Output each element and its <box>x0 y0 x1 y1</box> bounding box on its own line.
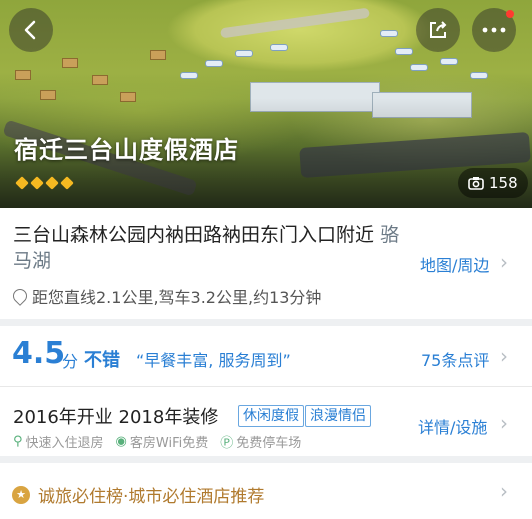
opening-renovation-years: 2016年开业 2018年装修 <box>13 407 219 428</box>
more-button[interactable] <box>472 8 516 52</box>
photo-cabin <box>92 75 108 85</box>
diamond-icon <box>45 176 59 190</box>
amenity-item: Ⓟ 免费停车场 <box>220 432 301 451</box>
camera-icon <box>468 177 484 190</box>
photo-tent <box>395 48 413 55</box>
photo-tent <box>380 30 398 37</box>
amenity-label: 免费停车场 <box>236 436 302 451</box>
photo-tent <box>470 72 488 79</box>
chevron-left-icon <box>24 20 36 40</box>
amenity-item: ⚲ 快速入住退房 <box>13 432 104 451</box>
theme-tag: 浪漫情侣 <box>305 405 371 427</box>
ranking-text: 诚旅必住榜·城市必住酒店推荐 <box>38 487 265 507</box>
distance-text: 距您直线2.1公里,驾车3.2公里,约13分钟 <box>32 288 322 307</box>
wifi-icon: ◉ <box>115 434 127 449</box>
photo-tent <box>205 60 223 67</box>
photo-tent <box>235 50 253 57</box>
diamond-icon <box>60 176 74 190</box>
photo-cabin <box>62 58 78 68</box>
diamond-icon <box>30 176 44 190</box>
photo-tent <box>410 64 428 71</box>
score-unit: 分 <box>62 352 79 371</box>
review-quote: “早餐丰富, 服务周到” <box>136 351 291 370</box>
location-pin-icon <box>10 286 30 306</box>
address-street: 三台山森林公园内衲田路衲田东门入口附近 <box>13 224 375 246</box>
amenity-label: 客房WiFi免费 <box>129 436 209 451</box>
photo-tent <box>270 44 288 51</box>
photo-count-text: 158 <box>489 174 518 192</box>
distance-info: 距您直线2.1公里,驾车3.2公里,约13分钟 <box>10 284 322 308</box>
map-nearby-link[interactable]: 地图/周边 <box>420 252 489 276</box>
address-text: 三台山森林公园内衲田路衲田东门入口附近 骆马湖 <box>13 222 413 274</box>
notification-dot <box>506 10 514 18</box>
photo-cabin <box>15 70 31 80</box>
parking-icon: Ⓟ <box>220 436 234 451</box>
diamond-icon <box>15 176 29 190</box>
amenities-list: ⚲ 快速入住退房 ◉ 客房WiFi免费 Ⓟ 免费停车场 <box>13 432 301 451</box>
chevron-right-icon: › <box>500 250 508 274</box>
share-icon <box>430 21 447 38</box>
review-count-link[interactable]: 75条点评 <box>421 347 489 371</box>
share-button[interactable] <box>416 8 460 52</box>
medal-icon: ★ <box>12 485 30 504</box>
amenity-label: 快速入住退房 <box>25 436 104 451</box>
score-label: 不错 <box>84 350 120 371</box>
photo-tent <box>180 72 198 79</box>
chevron-right-icon: › <box>500 344 508 368</box>
hotel-name: 宿迁三台山度假酒店 <box>14 136 239 164</box>
photo-tent <box>440 58 458 65</box>
review-score: 4.5 <box>12 336 66 371</box>
details-facilities-link[interactable]: 详情/设施 <box>418 414 487 438</box>
photo-road <box>220 7 370 39</box>
fast-checkin-icon: ⚲ <box>13 434 23 449</box>
amenity-item: ◉ 客房WiFi免费 <box>116 432 209 451</box>
hotel-hero-photo[interactable]: 宿迁三台山度假酒店 158 <box>0 0 532 208</box>
chevron-right-icon: › <box>500 479 508 503</box>
theme-tag: 休闲度假 <box>238 405 304 427</box>
photo-count-badge[interactable]: 158 <box>458 168 528 198</box>
more-icon <box>482 27 506 33</box>
back-button[interactable] <box>9 8 53 52</box>
chevron-right-icon: › <box>500 411 508 435</box>
hotel-diamond-rating <box>15 176 74 190</box>
photo-cabin <box>150 50 166 60</box>
ranking-row: ★ 诚旅必住榜·城市必住酒店推荐 <box>12 482 264 507</box>
